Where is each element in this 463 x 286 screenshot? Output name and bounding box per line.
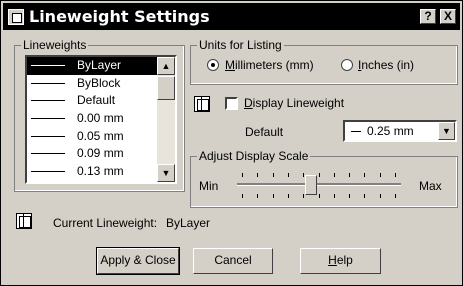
lineweight-sample (351, 131, 361, 132)
scale-max-label: Max (419, 179, 442, 193)
list-item-label: 0.05 mm (77, 128, 124, 143)
slider-tick (272, 173, 274, 177)
list-item-label: Default (77, 93, 116, 108)
cancel-button[interactable]: Cancel (193, 248, 273, 274)
default-label: Default (245, 125, 284, 139)
slider-tick (272, 194, 274, 198)
chevron-down-icon[interactable]: ▼ (438, 122, 455, 140)
slider-tick (318, 194, 320, 198)
lineweight-sample (31, 135, 65, 137)
lineweight-sample (31, 82, 65, 84)
list-item-label: 0.09 mm (77, 146, 124, 161)
slider-tick (379, 194, 381, 198)
scroll-thumb[interactable] (157, 76, 175, 100)
list-item[interactable]: Default (27, 92, 175, 110)
slider-tick (395, 173, 396, 177)
close-button[interactable]: X (440, 9, 456, 24)
scale-slider-track[interactable] (237, 183, 401, 186)
slider-tick (287, 173, 289, 177)
list-item[interactable]: 0.00 mm (27, 110, 175, 128)
inches-radio[interactable] (341, 59, 353, 71)
lineweight-sample (31, 171, 65, 173)
list-item[interactable]: 0.13 mm (27, 163, 175, 181)
slider-tick (318, 173, 320, 177)
slider-tick (333, 194, 335, 198)
millimeters-label[interactable]: Millimeters (mm) (225, 58, 314, 72)
slider-tick (395, 194, 396, 198)
scale-min-label: Min (199, 179, 219, 193)
list-item-label: 0.13 mm (77, 164, 124, 179)
default-lineweight-value: 0.25 mm (367, 124, 414, 138)
slider-tick (287, 194, 289, 198)
list-item-label: ByLayer (77, 58, 122, 72)
default-lineweight-select[interactable]: 0.25 mm ▼ (343, 120, 457, 142)
help-title-button[interactable]: ? (420, 9, 436, 24)
window-title: Lineweight Settings (29, 7, 210, 26)
slider-tick (349, 194, 351, 198)
slider-tick (242, 173, 243, 177)
list-item[interactable]: ByBlock (27, 75, 175, 93)
current-lineweight-label: Current Lineweight: (53, 216, 158, 230)
lineweight-sample (31, 100, 65, 102)
lineweight-sample (31, 118, 65, 120)
display-scale-group: Adjust Display Scale (190, 149, 458, 208)
list-item-label: ByBlock (77, 75, 121, 90)
slider-tick (364, 173, 366, 177)
lineweight-icon (194, 96, 210, 112)
current-lineweight-value: ByLayer (166, 216, 211, 230)
slider-tick (333, 173, 335, 177)
inches-label[interactable]: Inches (in) (358, 58, 414, 72)
units-legend: Units for Listing (197, 38, 284, 52)
list-item[interactable]: ByLayer (27, 57, 175, 75)
slider-tick (257, 194, 259, 198)
list-item[interactable]: 0.05 mm (27, 128, 175, 146)
help-button[interactable]: Help (300, 248, 381, 274)
scroll-up-button[interactable]: ▲ (157, 57, 175, 75)
slider-tick (242, 194, 243, 198)
slider-tick (364, 194, 366, 198)
list-item-label: 0.00 mm (77, 111, 124, 126)
lineweight-sample (31, 153, 65, 155)
millimeters-radio[interactable] (207, 59, 219, 71)
apply-close-button[interactable]: Apply & Close (96, 247, 180, 275)
slider-tick (379, 173, 381, 177)
list-item[interactable]: 0.09 mm (27, 145, 175, 163)
display-scale-legend: Adjust Display Scale (197, 149, 311, 163)
lineweights-scrollbar[interactable]: ▲ ▼ (157, 57, 175, 182)
lineweight-sample (31, 65, 65, 66)
lineweight-settings-dialog: Lineweight Settings ? X Lineweights ByLa… (0, 0, 463, 286)
lineweight-icon (16, 213, 32, 229)
scroll-down-button[interactable]: ▼ (157, 164, 175, 182)
title-bar[interactable]: Lineweight Settings ? X (3, 3, 460, 30)
scale-slider-thumb[interactable] (304, 175, 317, 195)
slider-tick (257, 173, 259, 177)
display-lineweight-label[interactable]: Display Lineweight (244, 96, 344, 110)
slider-tick (349, 173, 351, 177)
lineweights-list[interactable]: ByLayer ByBlock Default 0.00 mm 0.05 mm 0.09 … (25, 55, 177, 184)
lineweights-legend: Lineweights (21, 38, 89, 52)
display-lineweight-checkbox[interactable] (225, 97, 238, 110)
window-app-icon (8, 9, 24, 25)
